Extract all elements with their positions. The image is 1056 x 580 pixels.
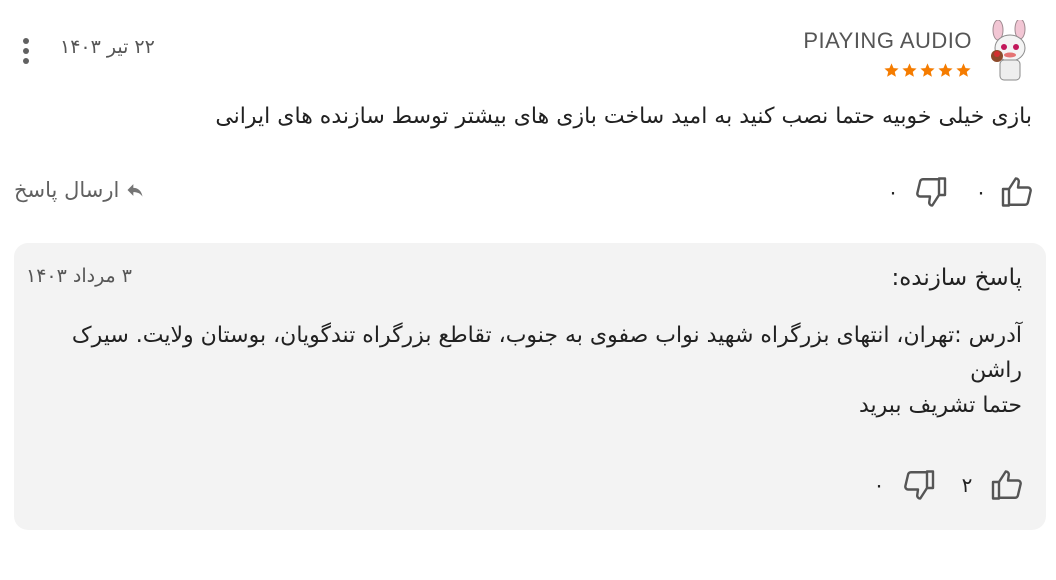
like-count: ۰ (975, 180, 987, 204)
like-button[interactable] (1000, 174, 1036, 210)
send-reply-button[interactable]: ارسال پاسخ (14, 178, 145, 202)
thumb-down-icon (916, 177, 947, 207)
developer-reply-text: آدرس :تهران، انتهای بزرگراه شهید نواب صف… (32, 318, 1022, 423)
rating-stars (883, 62, 972, 79)
more-options-button[interactable] (16, 36, 36, 66)
developer-reply-date: ۳ مرداد ۱۴۰۳ (26, 265, 132, 287)
developer-reply-line: آدرس :تهران، انتهای بزرگراه شهید نواب صف… (71, 323, 1022, 383)
developer-reply-card: پاسخ سازنده: ۳ مرداد ۱۴۰۳ آدرس :تهران، ا… (14, 243, 1046, 530)
star-icon (902, 63, 917, 77)
send-reply-label: ارسال پاسخ (14, 178, 120, 202)
thumb-down-icon (904, 470, 935, 500)
thumb-up-icon (1001, 177, 1032, 207)
developer-reply-title: پاسخ سازنده: (891, 265, 1023, 291)
reply-arrow-icon (127, 184, 143, 197)
dislike-button[interactable] (912, 174, 948, 210)
developer-reply-dislike-button[interactable] (900, 467, 936, 503)
developer-reply-line: حتما تشریف ببرید (858, 393, 1022, 418)
review-text: بازی خیلی خوبیه حتما نصب کنید به امید سا… (215, 104, 1032, 129)
thumb-up-icon (991, 470, 1022, 500)
star-icon (884, 63, 899, 77)
more-vertical-icon (23, 38, 29, 64)
dislike-count: ۰ (887, 180, 899, 204)
review-author: PIAYING AUDIO (803, 28, 972, 53)
star-icon (920, 63, 935, 77)
review-screen: PIAYING AUDIO ۲۲ تیر ۱۴۰۳ بازی خیلی خوبی… (0, 0, 1056, 580)
avatar[interactable] (986, 20, 1034, 84)
review-date: ۲۲ تیر ۱۴۰۳ (60, 36, 155, 58)
star-icon (956, 63, 971, 77)
developer-reply-dislike-count: ۰ (873, 473, 885, 497)
developer-reply-like-count: ۲ (961, 473, 973, 497)
star-icon (938, 63, 953, 77)
developer-reply-like-button[interactable] (990, 467, 1026, 503)
